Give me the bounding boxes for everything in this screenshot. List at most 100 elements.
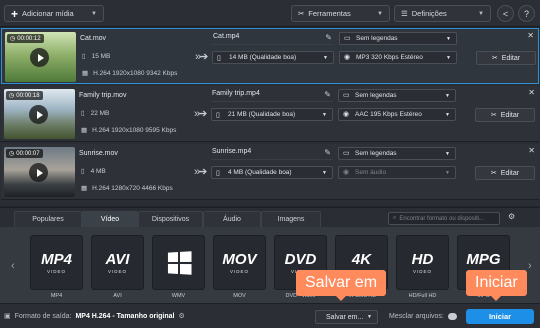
tools-icon: ✂: [298, 9, 305, 18]
tab-popular[interactable]: Populares: [14, 211, 82, 227]
output-filename[interactable]: Family trip.mp4 ✎: [211, 90, 333, 102]
remove-file-icon[interactable]: ✕: [528, 88, 535, 97]
top-toolbar: + Adicionar mídia ▼ ✂ Ferramentas ▼ ☰ De…: [0, 0, 540, 27]
quality-dropdown[interactable]: ▯ 4 MB (Qualidade boa) ▼: [211, 166, 333, 179]
remove-file-icon[interactable]: ✕: [528, 146, 535, 155]
tools-button[interactable]: ✂ Ferramentas ▼: [291, 5, 390, 22]
duration-text: 00:00:18: [16, 92, 40, 99]
format-small-text: VIDEO: [412, 268, 432, 274]
edit-label: Editar: [500, 169, 520, 177]
format-settings-icon[interactable]: ⚙: [508, 212, 515, 221]
add-media-button[interactable]: + Adicionar mídia ▼: [4, 5, 104, 22]
format-grid: ‹ › MP4 VIDEO MP4 AVI VIDEO AVI WMV MOV …: [0, 227, 540, 303]
help-button[interactable]: ?: [518, 5, 535, 22]
convert-arrow-icon: »➔: [194, 166, 207, 178]
source-size: ▯ 4 MB: [81, 167, 106, 176]
file-row-cat[interactable]: ◷ 00:00:12 Cat.mov ▯ 15 MB ▦ H.264 1920x…: [1, 28, 539, 84]
file-list: ◷ 00:00:12 Cat.mov ▯ 15 MB ▦ H.264 1920x…: [0, 28, 540, 206]
chevron-left-icon[interactable]: ‹: [11, 260, 15, 272]
audio-text: MP3 320 Kbps Estéreo: [356, 54, 423, 61]
subtitles-icon: ▭: [343, 150, 350, 157]
file-row-sunrise[interactable]: ◷ 00:00:07 Sunrise.mov ▯ 4 MB ▦ H.264 12…: [1, 144, 539, 200]
clock-icon: ◷: [9, 93, 15, 99]
audio-dropdown[interactable]: ◉ MP3 320 Kbps Estéreo ▼: [339, 51, 457, 64]
format-big-text: MOV: [222, 250, 257, 268]
play-icon[interactable]: [29, 105, 48, 124]
tab-devices[interactable]: Dispositivos: [138, 211, 203, 227]
format-card[interactable]: MP4 VIDEO: [30, 235, 83, 290]
edit-button[interactable]: ✂ Editar: [475, 166, 535, 180]
output-filename[interactable]: Sunrise.mp4 ✎: [211, 148, 333, 160]
source-filename: Cat.mov: [80, 35, 107, 42]
tab-audio[interactable]: Áudio: [203, 211, 261, 227]
duration-text: 00:00:12: [17, 35, 41, 42]
edit-button[interactable]: ✂ Editar: [475, 108, 535, 122]
format-big-text: AVI: [105, 250, 130, 268]
merge-files: Mesclar arquivos:: [389, 313, 457, 320]
quality-dropdown[interactable]: ▯ 14 MB (Qualidade boa) ▼: [212, 51, 334, 64]
format-label: MP4: [50, 293, 63, 299]
format-label: HD/Full HD: [408, 293, 437, 299]
audio-dropdown[interactable]: ◉ AAC 195 Kbps Estéreo ▼: [338, 108, 456, 121]
duration-badge: ◷ 00:00:07: [6, 149, 43, 158]
pencil-icon[interactable]: ✎: [324, 148, 331, 157]
pencil-icon[interactable]: ✎: [325, 33, 332, 42]
chevron-right-icon[interactable]: ›: [528, 260, 532, 272]
source-meta-text: H.264 1920x1080 9342 Kbps: [93, 69, 178, 77]
share-icon: <: [502, 8, 509, 19]
format-big-text: MP4: [41, 250, 72, 268]
quality-dropdown[interactable]: ▯ 21 MB (Qualidade boa) ▼: [211, 108, 333, 121]
save-to-button[interactable]: Salvar em... ▼: [315, 310, 378, 324]
output-filename[interactable]: Cat.mp4 ✎: [212, 33, 334, 45]
format-mov[interactable]: MOV VIDEO MOV: [213, 235, 266, 299]
gear-icon[interactable]: ⚙: [179, 312, 185, 320]
source-size-text: 22 MB: [90, 109, 110, 117]
format-wmv[interactable]: WMV: [152, 235, 205, 299]
share-button[interactable]: <: [497, 5, 514, 22]
start-button[interactable]: Iniciar: [466, 309, 534, 324]
tab-video[interactable]: Vídeo: [82, 211, 138, 227]
format-card[interactable]: AVI VIDEO: [91, 235, 144, 290]
settings-button[interactable]: ☰ Definições ▼: [394, 5, 491, 22]
video-thumbnail[interactable]: ◷ 00:00:12: [5, 32, 76, 82]
subtitles-dropdown[interactable]: ▭ Sem legendas ▼: [338, 89, 456, 102]
film-icon: ▦: [81, 185, 88, 192]
video-thumbnail[interactable]: ◷ 00:00:07: [4, 147, 75, 197]
merge-files-toggle[interactable]: [447, 313, 457, 320]
format-card[interactable]: HD VIDEO: [396, 235, 449, 290]
file-icon: ▯: [216, 170, 220, 177]
scissors-icon: ✂: [490, 170, 497, 177]
format-search-input[interactable]: ⌕ Encontrar formato ou dispositi...: [388, 212, 500, 225]
video-thumbnail[interactable]: ◷ 00:00:18: [4, 89, 75, 139]
subtitles-icon: ▭: [343, 92, 350, 99]
pencil-icon[interactable]: ✎: [324, 90, 331, 99]
format-card[interactable]: MOV VIDEO: [213, 235, 266, 290]
save-to-label: Salvar em...: [326, 313, 364, 321]
format-card[interactable]: [152, 235, 205, 290]
audio-dropdown[interactable]: ◉ Sem áudio ▼: [338, 166, 456, 179]
format-small-text: VIDEO: [229, 268, 249, 274]
format-big-text: 4K: [351, 250, 372, 268]
subtitles-dropdown[interactable]: ▭ Sem legendas ▼: [339, 32, 457, 45]
play-icon[interactable]: [30, 48, 49, 67]
film-icon: ▦: [81, 127, 88, 134]
format-hd[interactable]: HD VIDEO HD/Full HD: [396, 235, 449, 299]
tab-images[interactable]: Imagens: [261, 211, 321, 227]
format-label: WMV: [171, 293, 186, 299]
format-mp4[interactable]: MP4 VIDEO MP4: [30, 235, 83, 299]
subtitles-icon: ▭: [344, 35, 351, 42]
edit-label: Editar: [500, 111, 520, 119]
scissors-icon: ✂: [490, 112, 497, 119]
subtitles-dropdown[interactable]: ▭ Sem legendas ▼: [338, 147, 456, 160]
chevron-down-icon: ▼: [377, 10, 383, 17]
format-avi[interactable]: AVI VIDEO AVI: [91, 235, 144, 299]
edit-button[interactable]: ✂ Editar: [476, 51, 536, 65]
play-icon[interactable]: [29, 163, 48, 182]
plus-icon: +: [11, 6, 19, 21]
save-callout: Salvar em: [296, 270, 387, 301]
remove-file-icon[interactable]: ✕: [527, 31, 534, 40]
start-callout: Iniciar: [466, 270, 527, 301]
bottom-bar: ▣ Formato de saída: MP4 H.264 - Tamanho …: [0, 303, 540, 328]
file-row-family-trip[interactable]: ◷ 00:00:18 Family trip.mov ▯ 22 MB ▦ H.2…: [1, 86, 539, 142]
quality-text: 14 MB (Qualidade boa): [229, 54, 297, 61]
